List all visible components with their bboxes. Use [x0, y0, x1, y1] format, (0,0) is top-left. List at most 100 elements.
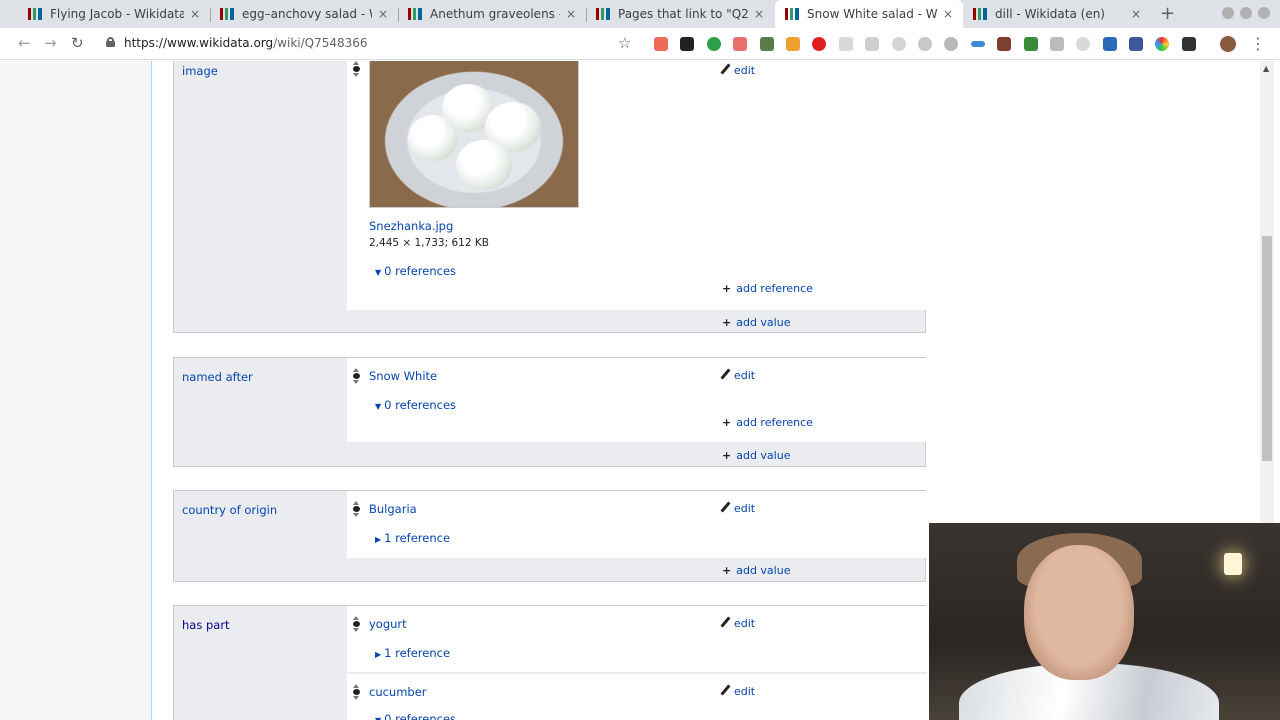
tab-snow-white-salad[interactable]: Snow White salad - Wiki × — [775, 0, 963, 28]
address-bar[interactable]: https://www.wikidata.org/wiki/Q7548366 — [124, 36, 368, 50]
image-thumbnail[interactable] — [369, 61, 579, 208]
extension-icon[interactable] — [1050, 37, 1064, 51]
bookmark-star-icon[interactable]: ☆ — [618, 34, 631, 52]
kebab-menu-icon[interactable]: ⋮ — [1250, 34, 1266, 53]
caret-down-icon: ▼ — [375, 268, 382, 277]
edit-link[interactable]: edit — [720, 369, 755, 382]
extension-icon[interactable] — [892, 37, 906, 51]
add-value-label: add value — [736, 449, 791, 462]
reload-icon[interactable]: ↻ — [71, 34, 84, 52]
forward-arrow-icon[interactable]: → — [44, 34, 57, 52]
references-toggle[interactable]: ▶ 1 reference — [375, 646, 450, 660]
extension-icon[interactable] — [918, 37, 932, 51]
extension-icon[interactable] — [1155, 37, 1169, 51]
extension-icon[interactable] — [654, 37, 668, 51]
pencil-icon — [720, 502, 731, 513]
edit-link[interactable]: edit — [720, 617, 755, 630]
rank-selector-icon[interactable] — [353, 501, 360, 517]
references-count: 0 references — [384, 398, 457, 412]
statement-country-of-origin: Bulgaria ▶ 1 reference edit — [347, 491, 926, 558]
close-icon[interactable]: × — [190, 7, 200, 21]
extension-icon[interactable] — [839, 37, 853, 51]
property-label-named-after[interactable]: named after — [182, 370, 253, 384]
add-reference-link[interactable]: + add reference — [722, 282, 813, 295]
extension-icon[interactable] — [997, 37, 1011, 51]
lamp — [1224, 553, 1242, 575]
scroll-up-arrow-icon[interactable]: ▲ — [1263, 64, 1269, 73]
add-value-link[interactable]: + add value — [722, 449, 790, 462]
add-reference-link[interactable]: + add reference — [722, 416, 813, 429]
close-icon[interactable]: × — [754, 7, 764, 21]
references-toggle[interactable]: ▼0 references — [375, 264, 456, 278]
tab-flying-jacob[interactable]: Flying Jacob - Wikidata × — [18, 0, 210, 28]
extension-icon[interactable] — [680, 37, 694, 51]
value-link[interactable]: Snow White — [369, 369, 437, 383]
close-icon[interactable]: × — [1131, 7, 1141, 21]
close-icon[interactable]: × — [943, 7, 953, 21]
references-toggle[interactable]: ▶ 1 reference — [375, 531, 450, 545]
tab-dill[interactable]: dill - Wikidata (en) × — [963, 0, 1151, 28]
window-close-icon[interactable] — [1258, 7, 1270, 19]
add-reference-label: add reference — [736, 416, 813, 429]
add-value-label: add value — [736, 316, 791, 329]
property-label-country-of-origin[interactable]: country of origin — [182, 503, 277, 517]
browser-toolbar: ← → ↻ https://www.wikidata.org/wiki/Q754… — [0, 28, 1280, 60]
statement-has-part-cucumber: cucumber ▼0 references edit — [347, 674, 926, 720]
extension-icon[interactable] — [733, 37, 747, 51]
property-label-image[interactable]: image — [182, 64, 218, 78]
facebook-icon[interactable] — [1129, 37, 1143, 51]
references-count: 1 reference — [384, 646, 451, 660]
extension-icon[interactable] — [786, 37, 800, 51]
property-label-has-part[interactable]: has part — [182, 618, 230, 632]
plus-icon: + — [722, 282, 732, 295]
wikidata-favicon-icon — [785, 8, 799, 20]
tab-title: egg–anchovy salad - Wik — [242, 7, 372, 21]
rank-selector-icon[interactable] — [353, 368, 360, 384]
scrollbar-thumb[interactable] — [1262, 236, 1272, 461]
add-value-link[interactable]: + add value — [722, 316, 790, 329]
extension-icon[interactable] — [1024, 37, 1038, 51]
extension-icon[interactable] — [1182, 37, 1196, 51]
close-icon[interactable]: × — [566, 7, 576, 21]
edit-label: edit — [734, 64, 756, 77]
extension-icon[interactable] — [1103, 37, 1117, 51]
close-icon[interactable]: × — [378, 7, 388, 21]
maximize-icon[interactable] — [1240, 7, 1252, 19]
tab-anethum-graveolens[interactable]: Anethum graveolens - W × — [398, 0, 586, 28]
value-link[interactable]: yogurt — [369, 617, 407, 631]
edit-label: edit — [734, 369, 756, 382]
tab-title: Snow White salad - Wiki — [807, 7, 937, 21]
url-host: https://www.wikidata.org — [124, 36, 274, 50]
image-file-link[interactable]: Snezhanka.jpg — [369, 219, 453, 233]
rank-selector-icon[interactable] — [353, 684, 360, 700]
references-toggle[interactable]: ▼0 references — [375, 712, 456, 720]
plus-icon: + — [722, 449, 732, 462]
extension-icon[interactable] — [971, 41, 985, 47]
new-tab-button[interactable]: + — [1160, 3, 1175, 24]
add-value-link[interactable]: + add value — [722, 564, 790, 577]
value-link[interactable]: Bulgaria — [369, 502, 417, 516]
rank-selector-icon[interactable] — [353, 616, 360, 632]
avatar[interactable] — [1220, 36, 1236, 52]
wikidata-favicon-icon — [220, 8, 234, 20]
extension-icon[interactable] — [707, 37, 721, 51]
extension-icon[interactable] — [812, 37, 826, 51]
rank-selector-icon[interactable] — [353, 61, 360, 77]
extension-icon[interactable] — [760, 37, 774, 51]
tab-pages-that-link[interactable]: Pages that link to "Q266 × — [586, 0, 774, 28]
extension-icon[interactable] — [1076, 37, 1090, 51]
value-link[interactable]: cucumber — [369, 685, 427, 699]
lock-icon — [106, 37, 115, 47]
wikidata-favicon-icon — [28, 8, 42, 20]
edit-link[interactable]: edit — [720, 502, 755, 515]
edit-link[interactable]: edit — [720, 685, 755, 698]
image-file-meta: 2,445 × 1,733; 612 KB — [369, 237, 489, 249]
tab-egg-anchovy-salad[interactable]: egg–anchovy salad - Wik × — [210, 0, 398, 28]
back-arrow-icon[interactable]: ← — [18, 34, 31, 52]
references-toggle[interactable]: ▼0 references — [375, 398, 456, 412]
extension-icon[interactable] — [944, 37, 958, 51]
minimize-icon[interactable] — [1222, 7, 1234, 19]
edit-link[interactable]: edit — [720, 64, 755, 77]
extension-icon[interactable] — [865, 37, 879, 51]
tab-title: Anethum graveolens - W — [430, 7, 560, 21]
